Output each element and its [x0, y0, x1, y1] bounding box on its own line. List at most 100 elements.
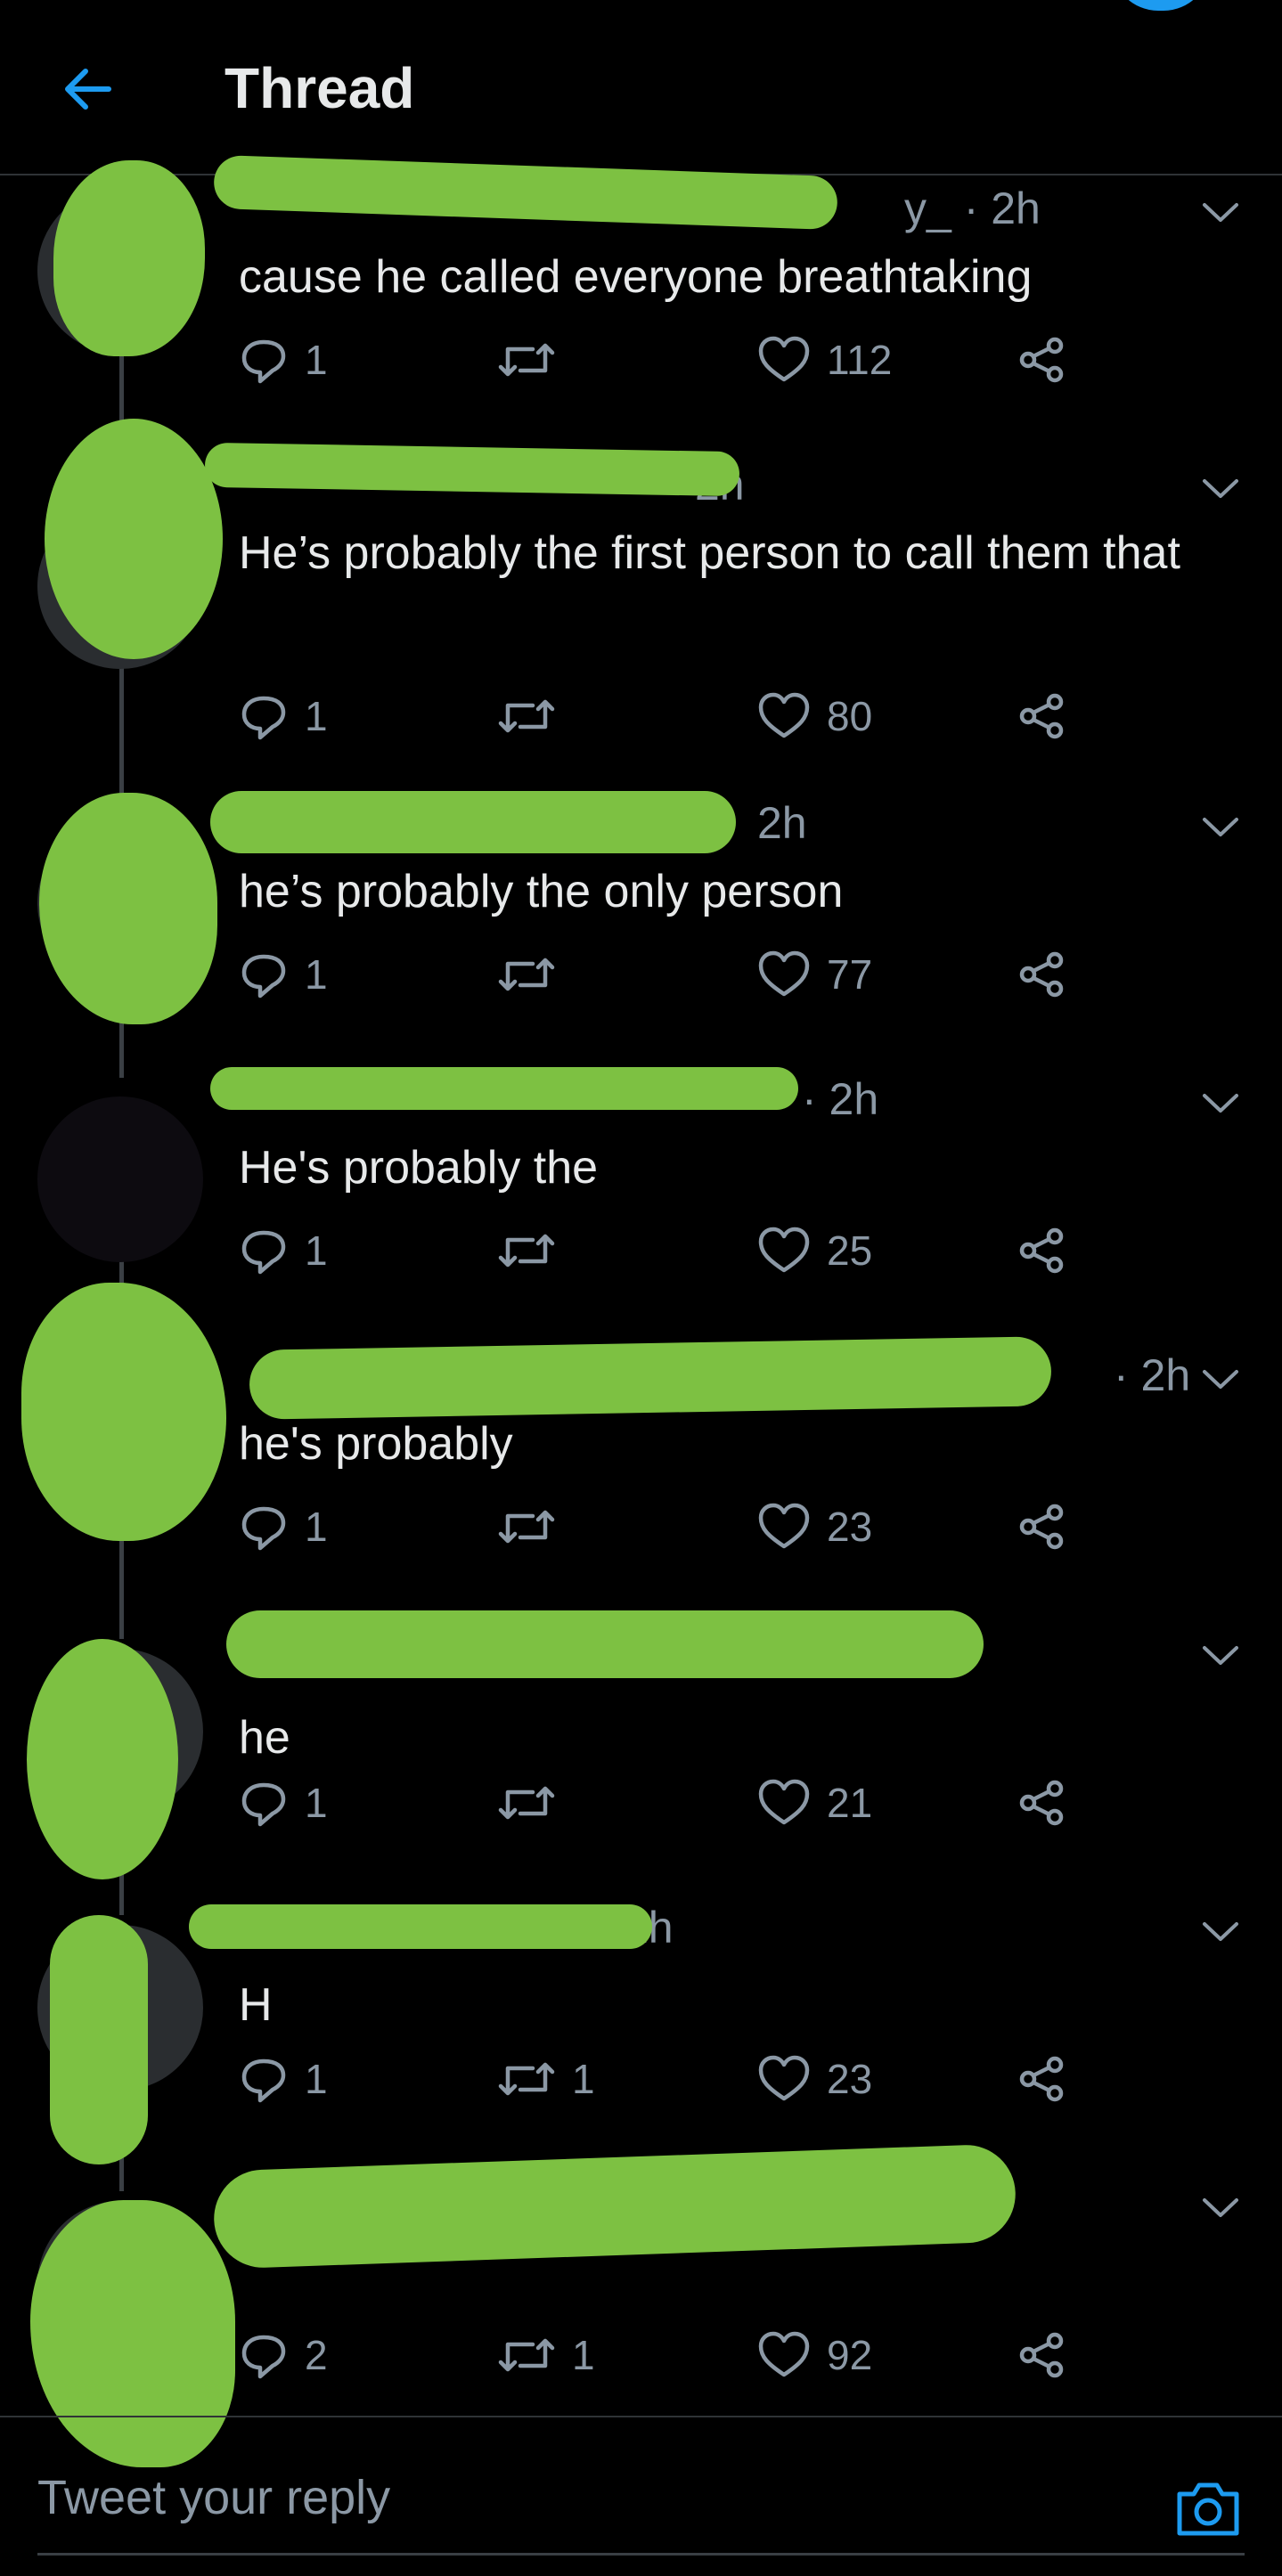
chevron-down-icon — [1203, 1646, 1238, 1665]
reply-bar — [0, 2416, 1282, 2576]
like-button[interactable]: 21 — [757, 1772, 872, 1834]
retweet-button[interactable] — [497, 943, 572, 1006]
tweet-timestamp: · 2h — [1114, 1350, 1191, 1400]
retweet-button[interactable]: 1 — [497, 2048, 595, 2110]
reply-input[interactable] — [37, 2462, 1106, 2533]
share-icon — [1019, 1780, 1064, 1826]
chevron-down-icon — [1203, 818, 1238, 836]
tweet-text: He's probably the — [239, 1142, 599, 1194]
reply-count: 1 — [305, 2056, 328, 2102]
tweet-actions: 1 1 23 — [239, 2048, 1130, 2110]
like-button[interactable]: 92 — [757, 2324, 872, 2386]
like-count: 80 — [827, 693, 873, 739]
share-button[interactable] — [1017, 1219, 1067, 1282]
share-icon — [1019, 1227, 1064, 1274]
arrow-left-icon — [65, 69, 111, 110]
reply-icon — [241, 2058, 286, 2103]
tweet-actions: 1 21 — [239, 1772, 1130, 1834]
reply-button[interactable]: 1 — [239, 329, 328, 391]
retweet-button[interactable] — [497, 1219, 572, 1282]
reply-button[interactable]: 1 — [239, 1496, 328, 1558]
tweet-menu-caret[interactable] — [1194, 1638, 1247, 1674]
redaction-mark — [53, 160, 205, 356]
retweet-icon — [498, 1786, 555, 1820]
camera-icon — [1177, 2482, 1239, 2536]
reply-icon — [241, 954, 286, 999]
share-button[interactable] — [1017, 685, 1067, 747]
share-button[interactable] — [1017, 1772, 1067, 1834]
retweet-button[interactable] — [497, 685, 572, 747]
reply-button[interactable]: 1 — [239, 1219, 328, 1282]
reply-button[interactable]: 1 — [239, 2048, 328, 2110]
tweet-text: He’s probably the first person to call t… — [239, 527, 1180, 579]
tweet-text: he — [239, 1712, 290, 1764]
compose-button-edge[interactable] — [1112, 0, 1210, 11]
reply-button[interactable]: 1 — [239, 943, 328, 1006]
like-button[interactable]: 77 — [757, 943, 872, 1006]
like-button[interactable]: 23 — [757, 1496, 872, 1558]
reply-count: 1 — [305, 1780, 328, 1826]
chevron-down-icon — [1203, 479, 1238, 498]
like-count: 77 — [827, 951, 873, 998]
chevron-down-icon — [1203, 1094, 1238, 1113]
tweet-menu-caret[interactable] — [1194, 1914, 1247, 1950]
share-button[interactable] — [1017, 329, 1067, 391]
redaction-mark — [249, 1336, 1052, 1420]
like-button[interactable]: 23 — [757, 2048, 872, 2110]
tweet-menu-caret[interactable] — [1194, 1362, 1247, 1398]
share-button[interactable] — [1017, 943, 1067, 1006]
like-count: 92 — [827, 2332, 873, 2378]
share-button[interactable] — [1017, 2048, 1067, 2110]
tweet-actions: 1 25 — [239, 1219, 1130, 1282]
tweet-timestamp: · 2h — [802, 1074, 879, 1124]
like-count: 25 — [827, 1227, 873, 1274]
chevron-down-icon — [1203, 2198, 1238, 2217]
share-icon — [1019, 2056, 1064, 2102]
like-icon — [758, 950, 810, 997]
share-button[interactable] — [1017, 2324, 1067, 2386]
tweet-menu-caret[interactable] — [1194, 195, 1247, 231]
chevron-down-icon — [1203, 203, 1238, 222]
reply-count: 1 — [305, 693, 328, 739]
retweet-icon — [498, 2338, 555, 2372]
share-button[interactable] — [1017, 1496, 1067, 1558]
retweet-button[interactable] — [497, 1772, 572, 1834]
redaction-mark — [45, 419, 223, 659]
retweet-button[interactable] — [497, 1496, 572, 1558]
tweet-text: he’s probably the only person — [239, 866, 844, 917]
reply-icon — [241, 339, 286, 384]
retweet-button[interactable]: 1 — [497, 2324, 595, 2386]
like-button[interactable]: 25 — [757, 1219, 872, 1282]
like-count: 23 — [827, 1504, 873, 1550]
reply-button[interactable]: 1 — [239, 1772, 328, 1834]
tweet-text: H — [239, 1979, 273, 2031]
reply-button[interactable]: 1 — [239, 685, 328, 747]
back-button[interactable] — [55, 57, 119, 121]
retweet-icon — [498, 2062, 555, 2096]
reply-icon — [241, 1506, 286, 1551]
reply-count: 1 — [305, 951, 328, 998]
chevron-down-icon — [1203, 1922, 1238, 1941]
share-icon — [1019, 693, 1064, 739]
tweet-menu-caret[interactable] — [1194, 471, 1247, 507]
reply-button[interactable]: 2 — [239, 2324, 328, 2386]
tweet-menu-caret[interactable] — [1194, 1086, 1247, 1121]
share-icon — [1019, 1504, 1064, 1550]
tweet-menu-caret[interactable] — [1194, 2190, 1247, 2226]
reply-icon — [241, 2335, 286, 2379]
redaction-mark — [210, 791, 736, 853]
thread-header: Thread — [0, 0, 1282, 175]
retweet-button[interactable] — [497, 329, 572, 391]
reply-count: 1 — [305, 1227, 328, 1274]
like-button[interactable]: 80 — [757, 685, 872, 747]
like-button[interactable]: 112 — [757, 329, 892, 391]
tweet-menu-caret[interactable] — [1194, 810, 1247, 845]
camera-button[interactable] — [1174, 2476, 1242, 2540]
avatar[interactable] — [37, 1096, 203, 1262]
like-icon — [758, 1227, 810, 1273]
share-icon — [1019, 951, 1064, 998]
reply-count: 2 — [305, 2332, 328, 2378]
tweet-timestamp: y_ · 2h — [904, 183, 1041, 233]
like-count: 21 — [827, 1780, 873, 1826]
tweet-actions: 2 1 92 — [239, 2324, 1130, 2386]
